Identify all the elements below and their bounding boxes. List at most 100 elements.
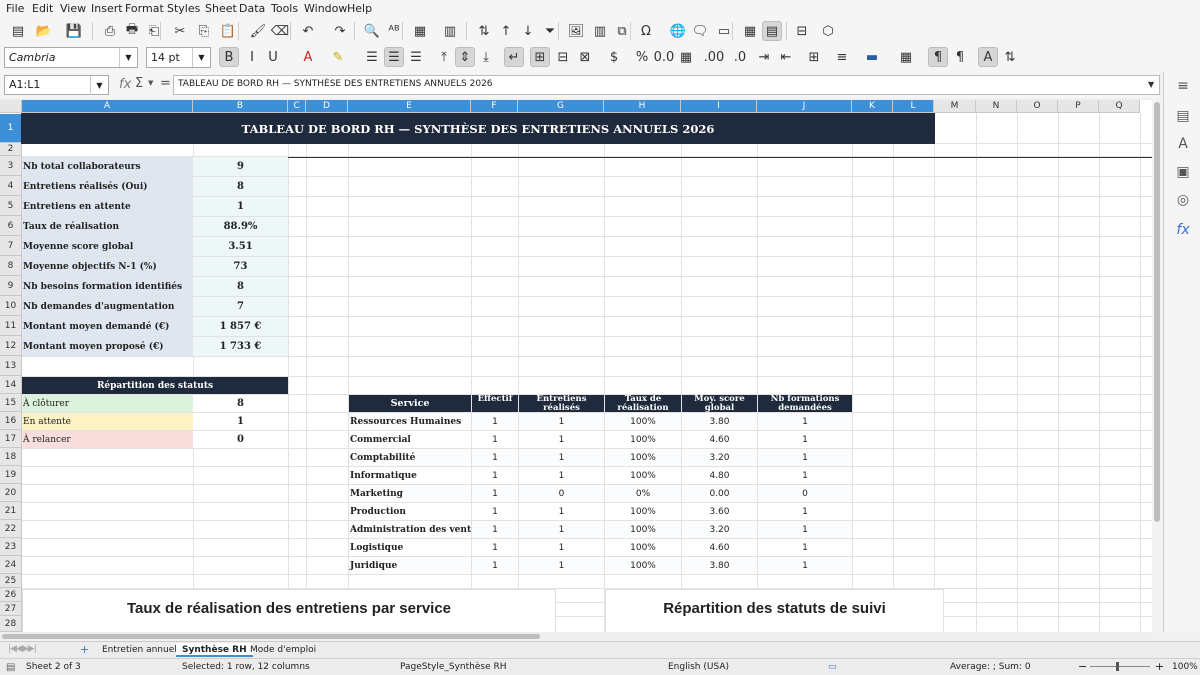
font-color-icon[interactable]: A — [298, 47, 318, 67]
column-header-n[interactable]: N — [976, 100, 1017, 113]
underline-icon[interactable]: U — [263, 47, 283, 67]
sort-icon[interactable]: ⇅ — [474, 21, 494, 41]
column-icon[interactable]: ▥ — [440, 21, 460, 41]
menu-item-6[interactable]: Sheet — [205, 2, 237, 15]
zoom-out-icon[interactable]: − — [1078, 660, 1087, 673]
tab-mode-emploi[interactable]: Mode d'emploi — [244, 643, 322, 657]
unmerge-cells-icon[interactable]: ⊠ — [575, 47, 595, 67]
row-header-18[interactable]: 18 — [0, 448, 22, 466]
export-pdf-icon[interactable]: ⎙ — [100, 21, 120, 41]
column-header-e[interactable]: E — [348, 100, 471, 113]
row-header-4[interactable]: 4 — [0, 176, 22, 196]
undo-icon[interactable]: ↶ — [298, 21, 318, 41]
status-language[interactable]: English (USA) — [668, 662, 729, 672]
row-header-2[interactable]: 2 — [0, 143, 22, 156]
column-header-a[interactable]: A — [22, 100, 193, 113]
menu-item-9[interactable]: Window — [304, 2, 347, 15]
left-to-right-icon[interactable]: ¶ — [928, 47, 948, 67]
row-header-20[interactable]: 20 — [0, 484, 22, 502]
comment-icon[interactable]: 🗨 — [690, 21, 710, 41]
font-size-box[interactable]: 14 pt ▼ — [146, 47, 211, 68]
wrap-text-icon[interactable]: ↵ — [504, 47, 524, 67]
date-icon[interactable]: ▦ — [676, 47, 696, 67]
row-header-10[interactable]: 10 — [0, 296, 22, 316]
align-center-icon[interactable]: ☰ — [384, 47, 404, 67]
chart-taux-realisation[interactable]: Taux de réalisation des entretiens par s… — [22, 589, 556, 632]
row-header-24[interactable]: 24 — [0, 556, 22, 574]
new-document-icon[interactable]: ▤ — [8, 21, 28, 41]
column-header-q[interactable]: Q — [1099, 100, 1140, 113]
find-replace-icon[interactable]: 🔍 — [362, 21, 382, 41]
font-name-box[interactable]: Cambria ▼ — [4, 47, 138, 68]
tab-synthese-rh[interactable]: Synthèse RH — [176, 643, 253, 657]
row-header-16[interactable]: 16 — [0, 412, 22, 430]
spreadsheet-grid[interactable]: A B C D E F G H I J K L M N O P Q 1 2 3 4 5 6 7 8 9 10 11 12 13 14 15 16… — [0, 100, 1152, 632]
split-window-icon[interactable]: ⊟ — [792, 21, 812, 41]
print-icon[interactable]: 🖶 — [122, 21, 142, 41]
row-header-28[interactable]: 28 — [0, 616, 22, 632]
menu-icon[interactable]: ≡ — [1174, 78, 1192, 96]
row-header-22[interactable]: 22 — [0, 520, 22, 538]
menu-item-7[interactable]: Data — [239, 2, 265, 15]
delete-decimal-icon[interactable]: .0 — [730, 47, 750, 67]
row-header-14[interactable]: 14 — [0, 376, 22, 394]
chevron-down-icon[interactable]: ▼ — [192, 48, 210, 67]
navigator-icon[interactable]: ◎ — [1174, 192, 1192, 210]
sort-ascending-icon[interactable]: ↑ — [496, 21, 516, 41]
formula-input[interactable]: TABLEAU DE BORD RH — SYNTHÈSE DES ENTRET… — [173, 75, 1160, 95]
align-center-vertical-icon[interactable]: ⇕ — [455, 47, 475, 67]
column-header-j[interactable]: J — [757, 100, 852, 113]
row-header-19[interactable]: 19 — [0, 466, 22, 484]
row-header-9[interactable]: 9 — [0, 276, 22, 296]
styles-icon[interactable]: A — [1174, 136, 1192, 154]
text-orientation-icon[interactable]: ⇅ — [1000, 47, 1020, 67]
clear-formatting-icon[interactable]: ⌫ — [270, 21, 290, 41]
cut-icon[interactable]: ✂ — [170, 21, 190, 41]
row-header-21[interactable]: 21 — [0, 502, 22, 520]
menu-item-4[interactable]: Format — [125, 2, 164, 15]
border-style-icon[interactable]: ≡ — [832, 47, 852, 67]
row-header-11[interactable]: 11 — [0, 316, 22, 336]
row-icon[interactable]: ▦ — [410, 21, 430, 41]
freeze-rows-columns-icon[interactable]: ▤ — [762, 21, 782, 41]
menu-item-3[interactable]: Insert — [91, 2, 123, 15]
increase-indent-icon[interactable]: ⇥ — [754, 47, 774, 67]
column-header-k[interactable]: K — [852, 100, 893, 113]
sheet-nav-arrows-icon[interactable]: |◀◀▶▶| — [8, 644, 37, 654]
vertical-scrollbar-thumb[interactable] — [1154, 102, 1160, 522]
function-wizard-icon[interactable]: fx — [119, 77, 131, 92]
column-header-f[interactable]: F — [471, 100, 518, 113]
special-character-icon[interactable]: Ω — [636, 21, 656, 41]
row-header-25[interactable]: 25 — [0, 574, 22, 588]
text-vertical-icon[interactable]: A — [978, 47, 998, 67]
row-header-5[interactable]: 5 — [0, 196, 22, 216]
save-icon[interactable]: 💾 — [64, 21, 84, 41]
define-print-area-icon[interactable]: ▦ — [740, 21, 760, 41]
column-header-d[interactable]: D — [306, 100, 348, 113]
row-header-13[interactable]: 13 — [0, 356, 22, 376]
merge-center-icon[interactable]: ⊞ — [530, 47, 550, 67]
zoom-slider[interactable] — [1090, 666, 1150, 667]
align-bottom-icon[interactable]: ⤓ — [476, 47, 496, 67]
align-left-icon[interactable]: ☰ — [362, 47, 382, 67]
conditional-format-icon[interactable]: ▦ — [896, 47, 916, 67]
spelling-icon[interactable]: ᴬᴮ — [384, 21, 404, 41]
currency-icon[interactable]: $ — [604, 47, 624, 67]
column-header-g[interactable]: G — [518, 100, 604, 113]
row-header-15[interactable]: 15 — [0, 394, 22, 412]
menu-item-5[interactable]: Styles — [167, 2, 200, 15]
menu-item-8[interactable]: Tools — [271, 2, 298, 15]
column-header-l[interactable]: L — [893, 100, 934, 113]
gallery-icon[interactable]: ▣ — [1174, 164, 1192, 182]
menu-item-0[interactable]: File — [6, 2, 24, 15]
functions-icon[interactable]: fx — [1174, 222, 1192, 240]
borders-icon[interactable]: ⊞ — [804, 47, 824, 67]
row-header-27[interactable]: 27 — [0, 602, 22, 616]
menu-item-2[interactable]: View — [60, 2, 86, 15]
highlight-color-icon[interactable]: ✎ — [328, 47, 348, 67]
add-decimal-icon[interactable]: .00 — [704, 47, 725, 67]
name-box[interactable]: A1:L1 ▼ — [4, 75, 109, 95]
autofilter-icon[interactable]: ⏷ — [540, 21, 560, 41]
print-preview-icon[interactable]: ⎗ — [144, 21, 164, 41]
horizontal-scrollbar-thumb[interactable] — [2, 634, 540, 639]
